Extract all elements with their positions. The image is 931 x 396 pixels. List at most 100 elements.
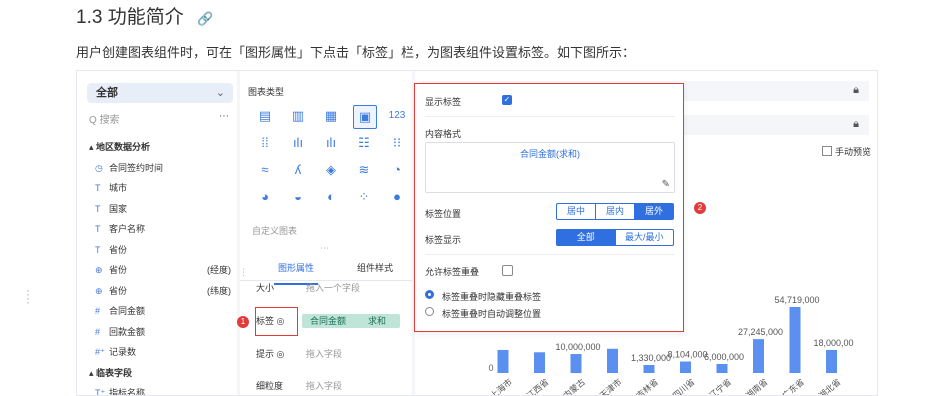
field-item[interactable]: T⁺ 指标名称 [89, 383, 231, 395]
chart-type-icon[interactable]: ≋ [353, 159, 375, 181]
granularity-field-row[interactable]: 细粒度 拖入字段 [252, 375, 407, 395]
section-heading: 1.3 功能简介 🔗 [76, 2, 213, 29]
chart-type-icon[interactable]: ▣ [353, 105, 377, 129]
field-item[interactable]: ⊕ 省份 (经度) [89, 260, 231, 281]
chart-type-icon[interactable]: ◔ [386, 159, 408, 181]
tab-component-style[interactable]: 组件样式 [357, 261, 393, 274]
label-display-option[interactable]: 全部 [557, 230, 615, 245]
field-label: 合同签约时间 [109, 162, 164, 173]
content-format-text: 内容格式 [425, 129, 462, 139]
label-display-option[interactable]: 最大/最小 [614, 230, 674, 245]
content-format-editor[interactable]: 合同金额(求和) ✎ [425, 142, 675, 193]
chevron-down-icon: ⌄ [215, 87, 225, 99]
dataset-select[interactable]: 全部 ⌄ [87, 83, 233, 103]
field-type-icon: ◷ [95, 162, 103, 173]
field-item[interactable]: T 省份 [89, 240, 231, 261]
label-position-option[interactable]: 居内 [595, 204, 634, 219]
field-item[interactable]: # 合同金额 [89, 301, 231, 322]
more-icon[interactable]: ⋯ [219, 111, 229, 122]
field-item[interactable]: ◷ 合同签约时间 [89, 158, 231, 179]
size-label: 大小 [256, 283, 275, 293]
chart-type-icon[interactable]: ● [386, 186, 408, 208]
label-highlight-box [255, 307, 298, 336]
resize-handle-icon[interactable]: ⋯ [320, 243, 329, 254]
field-item[interactable]: # 回款金额 [89, 322, 231, 343]
show-label-checkbox[interactable]: ✓ [502, 95, 512, 105]
chart-type-icon[interactable]: ◐ [320, 186, 342, 208]
radio-auto-adjust[interactable] [425, 307, 434, 316]
x-tick-label: 江西省 [525, 376, 551, 395]
chart-config-panel: 图表类型 ▤ ▥ ▦ ▣ 123 ⁞⁞ ılı ılı ☷ ⁝⁝ ≈ ʎ ◈ ≋ ◔ ◕ ◒ ◐ ⁘ ● 自定义图表 … [240, 71, 412, 395]
field-item[interactable]: T 城市 [89, 178, 231, 199]
drag-handle-icon[interactable]: · · · · [26, 284, 30, 308]
edit-icon[interactable]: ✎ [662, 179, 670, 190]
field-item[interactable]: ⊕ 省份 (纬度) [89, 281, 231, 302]
chart-type-icon[interactable]: ≈ [254, 159, 276, 181]
tree-group[interactable]: ▴ 地区数据分析 [89, 137, 231, 158]
bar [680, 361, 691, 373]
content-token[interactable]: 合同金额(求和) [426, 147, 674, 160]
data-label: 27,245,000 [738, 327, 783, 337]
divider [425, 254, 675, 255]
radio-hide-overlap[interactable] [425, 290, 434, 299]
chart-type-icon[interactable]: ⁝⁝ [386, 132, 408, 154]
label-display-segmented: 全部 最大/最小 [556, 229, 674, 246]
field-item[interactable]: #⁺ 记录数 [89, 342, 231, 363]
chart-type-label: 图表类型 [248, 87, 285, 97]
chart-type-icon[interactable]: 123 [386, 105, 408, 127]
dataset-value: 全部 [96, 87, 118, 99]
field-suffix: (经度) [207, 265, 231, 275]
field-type-icon: T [95, 224, 101, 234]
bar [716, 363, 728, 373]
bar [497, 349, 509, 373]
x-tick-label: 辽宁省 [707, 376, 733, 395]
field-type-icon: T [95, 203, 101, 214]
splitter-handle-icon[interactable]: ⋮ [239, 267, 248, 278]
show-label-text: 显示标签 [425, 97, 462, 107]
search-input[interactable]: Q 搜索 ⋯ [89, 111, 229, 126]
tab-graphic-attributes[interactable]: 图形属性 [273, 261, 319, 285]
chart-type-icon[interactable]: ◒ [287, 186, 309, 208]
label-position-segmented: 居中 居内 居外 [556, 203, 674, 220]
chart-type-icon[interactable]: ▦ [320, 105, 342, 127]
field-label: 客户名称 [109, 224, 146, 234]
allow-overlap-text: 允许标签重叠 [425, 267, 480, 277]
tooltip-placeholder: 拖入字段 [306, 349, 343, 359]
field-type-icon: T [95, 183, 101, 193]
label-field-pill[interactable]: 合同金额 求和 [302, 314, 400, 328]
link-icon[interactable]: 🔗 [197, 11, 213, 26]
bar [789, 307, 801, 373]
pill-aggregation: 求和 [368, 316, 387, 326]
chart-type-icon[interactable]: ◈ [320, 159, 342, 181]
data-label: 18,000,00 [813, 338, 853, 348]
label-position-option[interactable]: 居外 [634, 204, 673, 219]
chart-type-icon[interactable]: ▥ [287, 105, 309, 127]
chart-type-icon[interactable]: ☷ [353, 132, 375, 154]
field-type-icon: # [95, 306, 101, 316]
radio-hide-label: 标签重叠时隐藏重叠标签 [442, 292, 542, 302]
pill-field: 合同金额 [310, 316, 347, 326]
field-item[interactable]: T 客户名称 [89, 219, 231, 240]
granularity-placeholder: 拖入字段 [306, 381, 343, 391]
chart-type-icon[interactable]: ılı [320, 132, 342, 154]
allow-overlap-checkbox[interactable] [502, 265, 513, 276]
step-badge-2: 2 [694, 202, 706, 214]
tooltip-field-row[interactable]: 提示 ◎ 拖入字段 [252, 343, 407, 365]
chart-type-icon[interactable]: ▤ [254, 105, 276, 127]
data-label: 6,000,000 [704, 352, 744, 362]
tree-group[interactable]: ▴ 临表字段 [89, 363, 231, 384]
size-placeholder: 拖入一个字段 [306, 283, 361, 293]
chart-type-icon[interactable]: ◕ [254, 186, 276, 208]
chart-type-icon[interactable]: ⁞⁞ [254, 132, 276, 154]
label-position-option[interactable]: 居中 [557, 204, 595, 219]
label-display-text: 标签显示 [425, 235, 462, 245]
bar [643, 365, 655, 373]
field-type-icon: ⊕ [95, 285, 103, 296]
field-item[interactable]: T 国家 [89, 199, 231, 220]
x-tick-label: 四川省 [671, 376, 697, 395]
custom-chart-label[interactable]: 自定义图表 [252, 224, 297, 237]
size-field-row[interactable]: 大小 拖入一个字段 [252, 277, 407, 299]
chart-type-icon[interactable]: ⁘ [353, 186, 375, 208]
chart-type-icon[interactable]: ʎ [287, 159, 309, 181]
chart-type-icon[interactable]: ılı [287, 132, 309, 154]
